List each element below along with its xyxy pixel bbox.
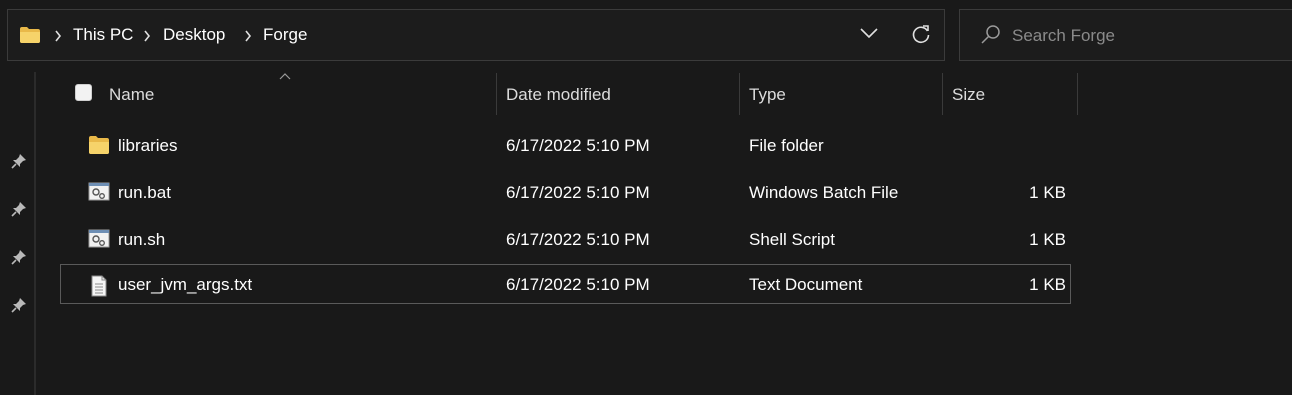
pin-icon[interactable] (10, 296, 28, 314)
pin-icon[interactable] (10, 200, 28, 218)
file-size: 1 KB (1029, 275, 1066, 294)
pin-icon[interactable] (10, 152, 28, 170)
file-date: 6/17/2022 5:10 PM (506, 230, 650, 249)
file-name: user_jvm_args.txt (118, 275, 253, 294)
refresh-icon[interactable] (910, 23, 932, 45)
file-size: 1 KB (1029, 230, 1066, 249)
column-header-name[interactable]: Name (109, 85, 154, 105)
column-header-date[interactable]: Date modified (506, 85, 611, 105)
file-row-user-jvm-args[interactable]: user_jvm_args.txt 6/17/2022 5:10 PM Text… (60, 264, 1071, 304)
column-divider[interactable] (942, 73, 943, 115)
file-date: 6/17/2022 5:10 PM (506, 275, 650, 294)
script-file-icon (88, 229, 110, 248)
file-name: run.sh (118, 230, 166, 249)
breadcrumb-desktop[interactable]: Desktop (163, 25, 225, 45)
file-row-libraries[interactable]: libraries 6/17/2022 5:10 PM File folder (60, 126, 1071, 166)
column-header-size[interactable]: Size (952, 85, 985, 105)
folder-icon (89, 136, 109, 154)
file-size: 1 KB (1029, 183, 1066, 202)
search-input[interactable] (1012, 22, 1272, 50)
file-date: 6/17/2022 5:10 PM (506, 183, 650, 202)
folder-icon (20, 27, 40, 43)
column-header-type[interactable]: Type (749, 85, 786, 105)
file-row-run-sh[interactable]: run.sh 6/17/2022 5:10 PM Shell Script 1 … (60, 220, 1071, 260)
chevron-down-icon[interactable] (860, 27, 878, 39)
file-type: Windows Batch File (749, 183, 899, 202)
file-name: libraries (118, 136, 178, 155)
chevron-right-icon (245, 30, 252, 42)
text-file-icon (91, 275, 107, 297)
batch-file-icon (88, 182, 110, 201)
navigation-pane-splitter[interactable] (34, 72, 36, 395)
breadcrumb-forge[interactable]: Forge (263, 25, 307, 45)
file-row-run-bat[interactable]: run.bat 6/17/2022 5:10 PM Windows Batch … (60, 173, 1071, 213)
chevron-right-icon (144, 30, 151, 42)
file-date: 6/17/2022 5:10 PM (506, 136, 650, 155)
chevron-right-icon (55, 30, 62, 42)
column-divider[interactable] (739, 73, 740, 115)
breadcrumb-this-pc[interactable]: This PC (73, 25, 133, 45)
column-divider[interactable] (496, 73, 497, 115)
search-icon (981, 25, 1000, 44)
file-type: Text Document (749, 275, 863, 294)
pin-icon[interactable] (10, 248, 28, 266)
column-divider[interactable] (1077, 73, 1078, 115)
search-box[interactable] (959, 9, 1292, 61)
column-header-row: Name Date modified Type Size (0, 73, 1292, 115)
address-bar[interactable]: This PC Desktop Forge (7, 9, 945, 61)
file-name: run.bat (118, 183, 171, 202)
file-type: File folder (749, 136, 824, 155)
file-type: Shell Script (749, 230, 835, 249)
